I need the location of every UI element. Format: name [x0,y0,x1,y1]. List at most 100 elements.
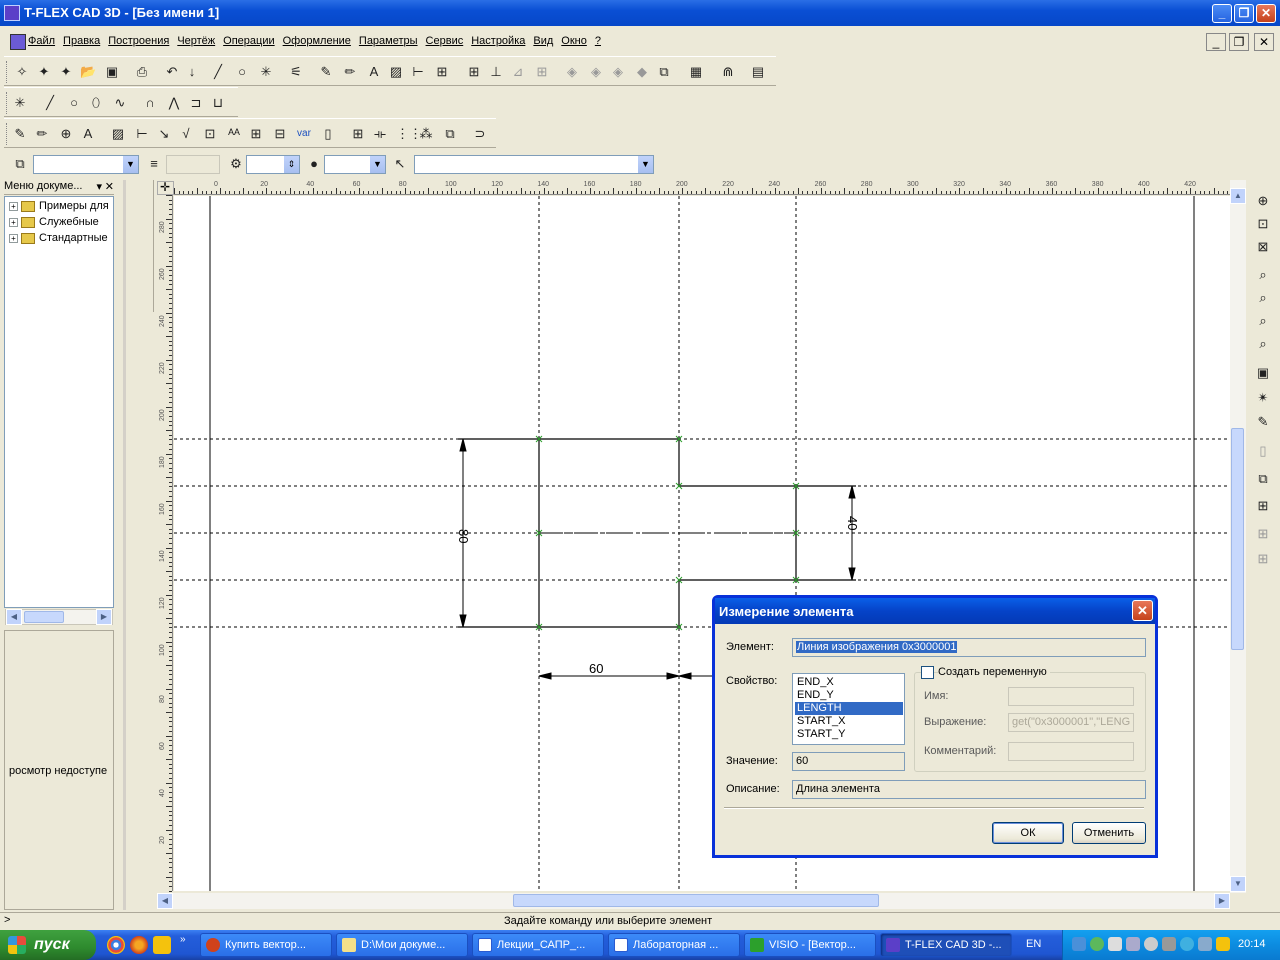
table-icon[interactable]: ⊞ [248,126,264,142]
zoom-out-icon[interactable]: ⌕ [1255,336,1271,352]
ellipse-icon[interactable]: ⬯ [88,95,104,111]
level-spinner[interactable] [166,155,220,174]
tree-item-service[interactable]: + Служебные [9,216,114,230]
copy-icon[interactable]: ⧉ [442,126,458,142]
variables-icon[interactable]: var [296,126,312,142]
redraw-icon[interactable]: ▣ [1255,365,1271,381]
curve-icon[interactable]: ∩ [142,95,158,111]
quicklaunch-icon[interactable] [153,936,171,954]
label-icon[interactable]: ᴬᴬ [226,126,242,142]
line-tool-icon[interactable]: ╱ [42,95,58,111]
rotate-array-icon[interactable]: ⁂ [418,126,434,142]
task-word-lectures[interactable]: Лекции_САПР_... [472,933,604,957]
explode-icon[interactable]: ✴ [1255,390,1271,406]
menu-settings[interactable]: Настройка [471,35,525,47]
text-tool-icon[interactable]: A [80,126,96,142]
property-item-end-x[interactable]: END_X [795,676,903,689]
new-icon[interactable]: ✧ [14,64,30,80]
tray-icon-usb[interactable] [1162,937,1176,951]
maximize-button[interactable]: ❐ [1234,4,1254,23]
task-tflex[interactable]: T-FLEX CAD 3D -... [880,933,1012,957]
scroll-right-icon[interactable]: ▶ [96,609,112,625]
pencil-icon[interactable]: ✏ [34,126,50,142]
tray-icon-network[interactable] [1072,937,1086,951]
new-from-template-icon[interactable]: ✦ [58,64,74,80]
zoom-window-icon[interactable]: ⊡ [1255,216,1271,232]
property-item-start-y[interactable]: START_Y [795,728,903,741]
pages-icon[interactable]: ⧉ [1255,471,1271,487]
scroll-right-icon[interactable]: ▶ [1214,893,1230,909]
layer-combo[interactable]: ▼ [33,155,139,174]
tree-item-standard[interactable]: + Стандартные [9,232,114,246]
point-icon[interactable]: ✳ [12,95,28,111]
layers-icon[interactable]: ⊞ [1255,498,1271,514]
create-variable-label[interactable]: Создать переменную [938,666,1050,678]
doc-param-icon[interactable]: ▯ [320,126,336,142]
volume-icon[interactable] [1108,937,1122,951]
dimension-40-text[interactable]: 40 [845,516,860,530]
hatch-icon[interactable]: ▨ [388,64,404,80]
open-icon[interactable]: 📂 [80,64,96,80]
priority-spinner[interactable]: ⇕ [246,155,300,174]
hatch-tool-icon[interactable]: ▨ [110,126,126,142]
zoom-plus-icon[interactable]: ⌕ [1255,290,1271,306]
chevron-icon[interactable]: » [180,934,186,945]
construction-icon[interactable]: ⚟ [288,64,304,80]
menu-help[interactable]: ? [595,35,601,47]
tray-icon-display[interactable] [1198,937,1212,951]
mirror-icon[interactable]: ⟛ [372,126,388,142]
tree-horizontal-scrollbar[interactable]: ◀ ▶ [5,609,113,625]
polyline-icon[interactable]: ⋀ [166,95,182,111]
target-icon[interactable]: ⊕ [58,126,74,142]
menu-annotation[interactable]: Оформление [283,35,351,47]
sketch-icon[interactable]: ✎ [318,64,334,80]
menu-view[interactable]: Вид [533,35,553,47]
grid-icon[interactable]: ⊞ [466,64,482,80]
property-item-start-x[interactable]: START_X [795,715,903,728]
spline-icon[interactable]: ∿ [112,95,128,111]
red-marker-icon[interactable]: ✎ [1255,414,1271,430]
sketch-pen-icon[interactable]: ✎ [12,126,28,142]
menu-service[interactable]: Сервис [426,35,464,47]
description-field[interactable]: Длина элемента [792,780,1146,799]
expand-icon[interactable]: + [9,233,18,243]
start-button[interactable]: пуск [0,930,96,960]
new-3d-icon[interactable]: ✦ [36,64,52,80]
name-field[interactable] [1008,687,1134,706]
roughness-icon[interactable]: √ [178,126,194,142]
text-icon[interactable]: A [366,64,382,80]
menu-drawing[interactable]: Чертёж [177,35,215,47]
node-icon[interactable]: ✳ [258,64,274,80]
scroll-up-icon[interactable]: ▲ [1230,188,1246,204]
tree-item-examples[interactable]: + Примеры для [9,200,114,214]
ok-button[interactable]: ОК [992,822,1064,844]
comment-field[interactable] [1008,742,1134,761]
doc-minimize-button[interactable]: _ [1206,33,1226,51]
color-combo[interactable]: ▼ [324,155,386,174]
dim-tool-icon[interactable]: ⊢ [134,126,150,142]
model-icon[interactable]: ⧉ [656,64,672,80]
property-list[interactable]: END_X END_Y LENGTH START_X START_Y [792,673,905,745]
menu-window[interactable]: Окно [561,35,587,47]
chrome-icon[interactable] [107,936,125,954]
ruler-origin[interactable]: ✛ [157,180,174,195]
document-menu-header[interactable]: Меню докуме... ▾ ✕ [4,180,114,195]
scroll-left-icon[interactable]: ◀ [157,893,173,909]
cancel-button[interactable]: Отменить [1072,822,1146,844]
task-explorer[interactable]: D:\Мои докуме... [336,933,468,957]
create-variable-checkbox[interactable] [921,666,934,679]
close-button[interactable]: ✕ [1256,4,1276,23]
vertical-scroll-thumb[interactable] [1231,428,1244,650]
properties-icon[interactable]: ▤ [750,64,766,80]
firefox-icon[interactable] [130,936,148,954]
zoom-1to1-icon[interactable]: ⌕ [1255,313,1271,329]
print-icon[interactable]: ⎙ [134,64,150,80]
doc-restore-button[interactable]: ❐ [1229,33,1249,51]
offset-icon[interactable]: ⊐ [188,95,204,111]
tolerance-icon[interactable]: ⊡ [202,126,218,142]
tray-icon-power[interactable] [1216,937,1230,951]
dimension-icon[interactable]: ⊢ [410,64,426,80]
leader-icon[interactable]: ↘ [156,126,172,142]
language-indicator[interactable]: EN [1026,938,1041,950]
expand-icon[interactable]: + [9,217,18,227]
